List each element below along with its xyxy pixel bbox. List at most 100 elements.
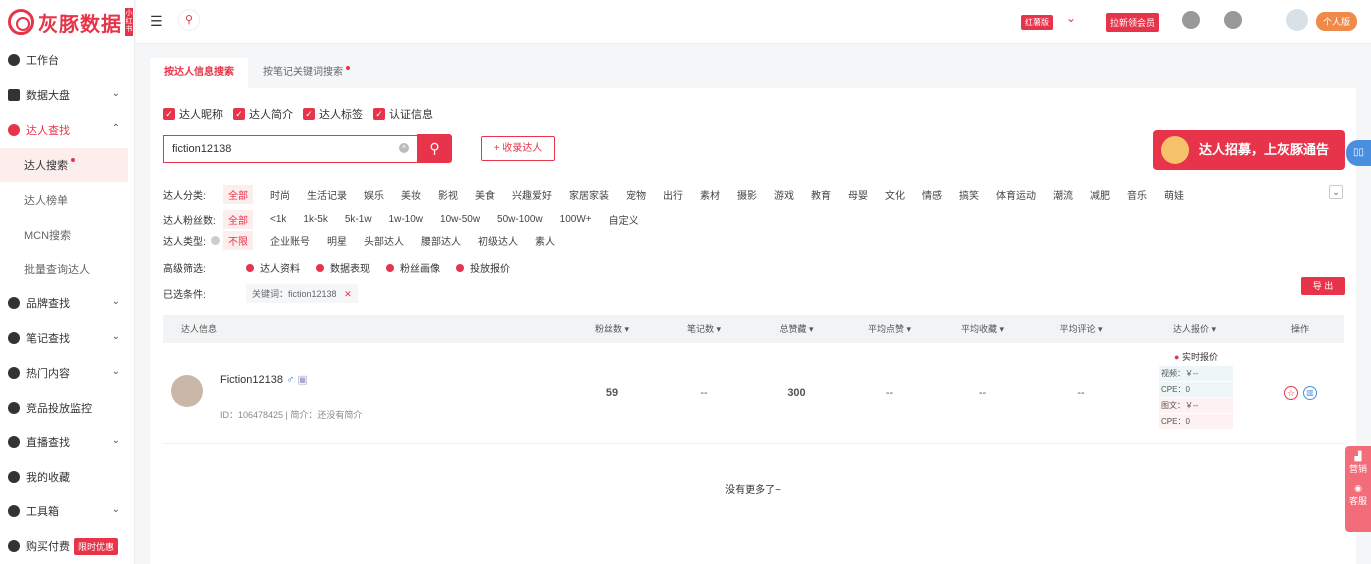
category-option[interactable]: 美食 (475, 187, 495, 202)
sub-mcn-search[interactable]: MCN搜索 (0, 218, 128, 252)
selected-tag[interactable]: 关键词：fiction12138 ✕ (246, 284, 358, 303)
invite-button[interactable]: 拉新领会员 (1106, 13, 1160, 32)
nav-brand[interactable]: 品牌查找 ⌄ (0, 286, 128, 320)
fans-option[interactable]: <1k (270, 214, 286, 225)
sub-kol-ranking[interactable]: 达人榜单 (0, 183, 128, 217)
col-quote[interactable]: 达人报价 ▾ (1133, 315, 1256, 343)
search-icon[interactable]: ⚲ (178, 9, 200, 31)
category-option[interactable]: 情感 (922, 187, 942, 202)
kol-name[interactable]: Fiction12138 ♂ ▣ (220, 373, 308, 386)
category-option[interactable]: 教育 (811, 187, 831, 202)
check-tags[interactable]: ✓ 达人标签 (303, 106, 363, 122)
nav-tools[interactable]: 工具箱 ⌄ (0, 494, 128, 528)
compare-icon[interactable]: ▥ (1303, 386, 1317, 400)
type-option[interactable]: 初级达人 (478, 233, 518, 248)
category-option[interactable]: 兴趣爱好 (512, 187, 552, 202)
col-avg-like[interactable]: 平均点赞 ▾ (843, 315, 936, 343)
type-option[interactable]: 头部达人 (364, 233, 404, 248)
nav-purchase[interactable]: 购买付费 限时优惠 (0, 529, 128, 563)
personal-badge[interactable]: 个人版 (1316, 12, 1358, 31)
category-option[interactable]: 游戏 (774, 187, 794, 202)
search-input[interactable]: fiction12138 × (163, 135, 417, 163)
advanced-option[interactable]: 粉丝画像 (386, 260, 440, 275)
col-likes[interactable]: 总赞藏 ▾ (750, 315, 843, 343)
clear-icon[interactable]: × (399, 143, 409, 153)
col-avg-fav[interactable]: 平均收藏 ▾ (936, 315, 1029, 343)
category-option[interactable]: 潮流 (1053, 187, 1073, 202)
check-intro[interactable]: ✓ 达人简介 (233, 106, 293, 122)
type-option[interactable]: 腰部达人 (421, 233, 461, 248)
chart-icon: ▟ (1354, 451, 1362, 461)
category-option[interactable]: 出行 (663, 187, 683, 202)
nav-workbench[interactable]: 工作台 (0, 43, 128, 77)
remove-tag-icon[interactable]: ✕ (344, 289, 352, 299)
category-option[interactable]: 影视 (438, 187, 458, 202)
sub-batch-query[interactable]: 批量查询达人 (0, 252, 128, 286)
advanced-option[interactable]: 达人资料 (246, 260, 300, 275)
category-option[interactable]: 美妆 (401, 187, 421, 202)
nav-notes[interactable]: 笔记查找 ⌄ (0, 321, 128, 355)
nav-dashboard[interactable]: 数据大盘 ⌄ (0, 78, 128, 112)
category-option[interactable]: 搞笑 (959, 187, 979, 202)
category-option[interactable]: 萌娃 (1164, 187, 1184, 202)
fans-option[interactable]: 自定义 (609, 212, 639, 227)
avatar[interactable] (1286, 9, 1308, 31)
fans-option[interactable]: 10w-50w (440, 214, 480, 225)
market-entry[interactable]: ▟ 营销 (1345, 451, 1371, 475)
support-icon[interactable] (1182, 11, 1200, 29)
advanced-option[interactable]: 投放报价 (456, 260, 510, 275)
type-option[interactable]: 明星 (327, 233, 347, 248)
advanced-option[interactable]: 数据表现 (316, 260, 370, 275)
category-option[interactable]: 全部 (223, 185, 253, 204)
category-option[interactable]: 时尚 (270, 187, 290, 202)
chevron-down-icon[interactable]: ⌄ (1066, 11, 1076, 25)
fans-option[interactable]: 1w-10w (389, 214, 423, 225)
service-entry[interactable]: ◉ 客服 (1345, 483, 1371, 507)
expand-categories-icon[interactable]: ⌄ (1329, 185, 1343, 199)
col-notes[interactable]: 笔记数 ▾ (658, 315, 750, 343)
export-button[interactable]: 导 出 (1301, 277, 1345, 295)
nav-hot[interactable]: 热门内容 ⌄ (0, 356, 128, 390)
search-button[interactable]: ⚲ (417, 134, 452, 163)
recruit-banner[interactable]: 达人招募，上灰豚通告 → (1153, 130, 1345, 170)
fans-option[interactable]: 1k-5k (303, 214, 327, 225)
category-option[interactable]: 娱乐 (364, 187, 384, 202)
sub-kol-search[interactable]: 达人搜索 (0, 148, 128, 182)
help-icon[interactable] (210, 236, 220, 245)
category-option[interactable]: 素材 (700, 187, 720, 202)
check-cert[interactable]: ✓ 认证信息 (373, 106, 433, 122)
nav-kol-search[interactable]: 达人查找 ⌃ (0, 113, 128, 147)
category-option[interactable]: 家居家装 (569, 187, 609, 202)
col-fans[interactable]: 粉丝数 ▾ (566, 315, 658, 343)
category-option[interactable]: 体育运动 (996, 187, 1036, 202)
favorite-icon[interactable]: ☆ (1284, 386, 1298, 400)
fans-option[interactable]: 100W+ (560, 214, 592, 225)
menu-collapse-icon[interactable]: ☰ (150, 13, 163, 30)
avatar[interactable] (171, 375, 203, 407)
nav-favorites[interactable]: 我的收藏 (0, 460, 128, 494)
nav-live[interactable]: 直播查找 ⌄ (0, 425, 128, 459)
category-option[interactable]: 文化 (885, 187, 905, 202)
category-option[interactable]: 音乐 (1127, 187, 1147, 202)
nav-competitor[interactable]: 竞品投放监控 (0, 391, 128, 425)
check-nickname[interactable]: ✓ 达人昵称 (163, 106, 223, 122)
type-option[interactable]: 素人 (535, 233, 555, 248)
tab-note-keyword[interactable]: 按笔记关键词搜索 (249, 58, 364, 88)
category-option[interactable]: 摄影 (737, 187, 757, 202)
fans-option[interactable]: 50w-100w (497, 214, 543, 225)
collect-kol-button[interactable]: + 收录达人 (481, 136, 555, 161)
type-option[interactable]: 不限 (223, 231, 253, 250)
category-option[interactable]: 减肥 (1090, 187, 1110, 202)
brand-logo[interactable]: 灰豚数据 小红书 (8, 8, 133, 36)
fans-option[interactable]: 5k-1w (345, 214, 372, 225)
category-option[interactable]: 母婴 (848, 187, 868, 202)
side-toggle[interactable]: ▯▯ (1346, 140, 1371, 166)
bell-icon[interactable] (1224, 11, 1242, 29)
tab-kol-info[interactable]: 按达人信息搜索 (150, 58, 248, 88)
fans-option[interactable]: 全部 (223, 210, 253, 229)
category-option[interactable]: 宠物 (626, 187, 646, 202)
version-badge[interactable]: 红薯版 (1021, 15, 1053, 30)
col-avg-comment[interactable]: 平均评论 ▾ (1029, 315, 1133, 343)
type-option[interactable]: 企业账号 (270, 233, 310, 248)
category-option[interactable]: 生活记录 (307, 187, 347, 202)
